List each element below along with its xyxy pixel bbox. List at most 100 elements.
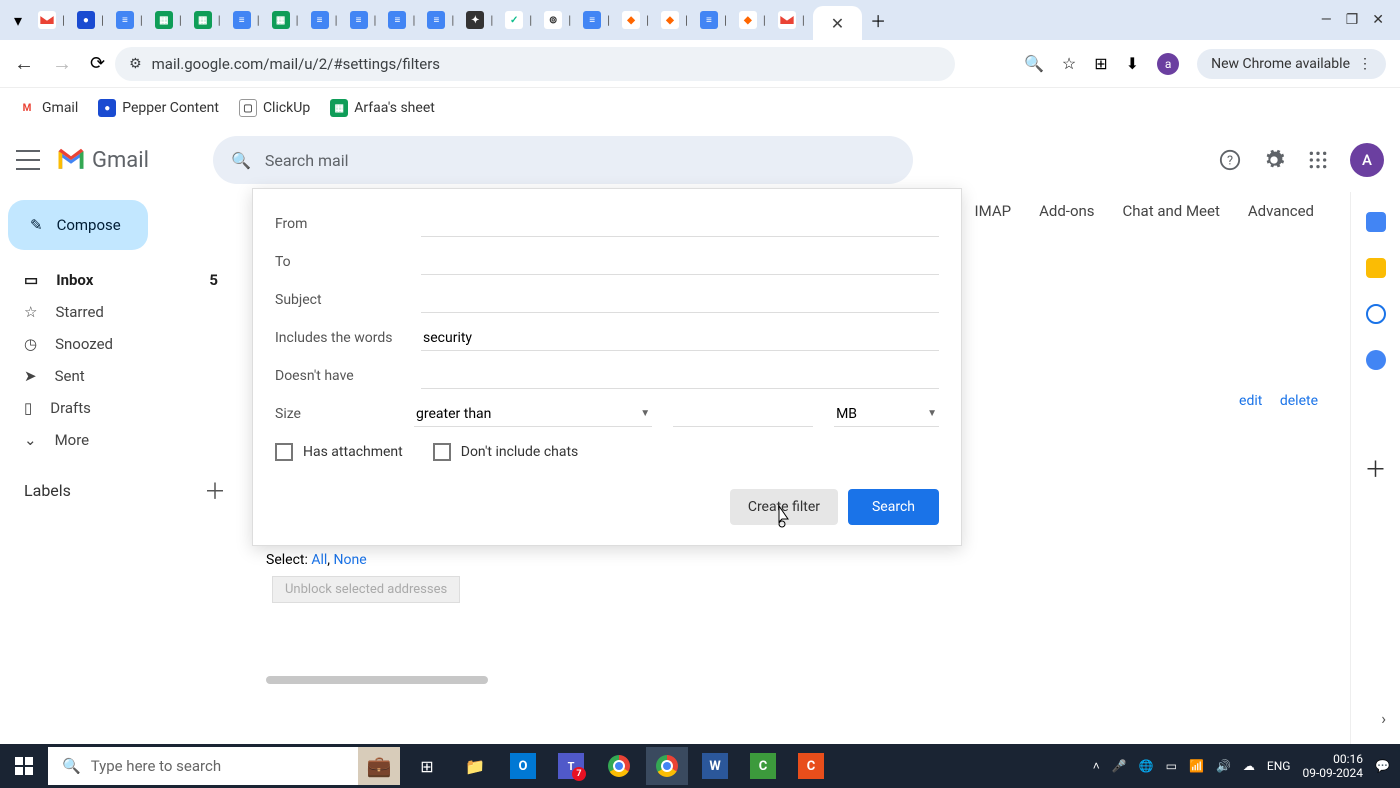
task-view-icon[interactable]: ⊞ bbox=[406, 747, 448, 785]
draft-icon: ▯ bbox=[24, 399, 32, 417]
task-chrome2-icon[interactable] bbox=[646, 747, 688, 785]
size-operator-select[interactable]: greater than▼ bbox=[414, 402, 652, 427]
back-icon[interactable]: ← bbox=[14, 51, 34, 76]
reload-icon[interactable]: ⟳ bbox=[90, 53, 105, 74]
inbox-icon: ▭ bbox=[24, 271, 38, 289]
task-briefcase-icon[interactable]: 💼 bbox=[358, 747, 400, 785]
new-chrome-button[interactable]: New Chrome available ⋮ bbox=[1197, 49, 1386, 79]
labels-heading: Labels bbox=[24, 481, 71, 500]
contacts-icon[interactable] bbox=[1366, 350, 1386, 370]
sidebar-item-snoozed[interactable]: ◷Snoozed bbox=[8, 328, 242, 360]
downloads-icon[interactable]: ⬇ bbox=[1126, 54, 1139, 73]
tab-advanced[interactable]: Advanced bbox=[1248, 202, 1314, 220]
tray-globe-icon[interactable]: 🌐 bbox=[1139, 759, 1154, 773]
size-unit-select[interactable]: MB▼ bbox=[834, 402, 939, 427]
help-icon[interactable]: ? bbox=[1218, 148, 1242, 172]
url-field[interactable]: ⚙ mail.google.com/mail/u/2/#settings/fil… bbox=[115, 47, 955, 81]
browser-tab-strip: ▾ | ●| ≡| ▦| ▦| ≡| ▦| ≡| ≡| ≡| ≡| ✦| ✓| … bbox=[0, 0, 1400, 40]
gmail-logo[interactable]: Gmail bbox=[56, 148, 149, 173]
menu-dots-icon: ⋮ bbox=[1358, 56, 1372, 72]
search-button[interactable]: Search bbox=[848, 489, 939, 525]
taskbar-search[interactable]: 🔍 Type here to search bbox=[48, 747, 358, 785]
chrome-profile-avatar[interactable]: a bbox=[1157, 53, 1179, 75]
bookmark-star-icon[interactable]: ☆ bbox=[1062, 54, 1076, 73]
close-icon[interactable]: ✕ bbox=[823, 14, 852, 33]
apps-grid-icon[interactable] bbox=[1306, 148, 1330, 172]
search-input[interactable]: 🔍 Search mail bbox=[213, 136, 913, 184]
filter-doesnt-input[interactable] bbox=[421, 364, 939, 389]
active-tab[interactable]: ✕ bbox=[813, 6, 862, 40]
tray-notifications-icon[interactable]: 💬 bbox=[1375, 759, 1390, 773]
calendar-icon[interactable] bbox=[1366, 212, 1386, 232]
task-chrome1-icon[interactable] bbox=[598, 747, 640, 785]
tab-chat[interactable]: Chat and Meet bbox=[1123, 202, 1220, 220]
sidebar-item-drafts[interactable]: ▯Drafts bbox=[8, 392, 242, 424]
zoom-icon[interactable]: 🔍 bbox=[1024, 54, 1044, 73]
account-avatar[interactable]: A bbox=[1350, 143, 1384, 177]
caret-icon: ▼ bbox=[640, 408, 650, 419]
dont-include-chats-checkbox[interactable] bbox=[433, 443, 451, 461]
forward-icon: → bbox=[52, 51, 72, 76]
sidebar-item-more[interactable]: ⌄More bbox=[8, 424, 242, 456]
filter-includes-input[interactable] bbox=[421, 326, 939, 351]
select-none-link[interactable]: None bbox=[334, 552, 367, 568]
keep-icon[interactable] bbox=[1366, 258, 1386, 278]
new-tab-button[interactable]: ＋ bbox=[866, 8, 890, 32]
tab-addons[interactable]: Add-ons bbox=[1039, 202, 1094, 220]
gmail-favicon bbox=[39, 12, 55, 28]
task-teams-icon[interactable]: T7 bbox=[550, 747, 592, 785]
svg-text:?: ? bbox=[1227, 154, 1233, 169]
task-camtasia2-icon[interactable]: C bbox=[790, 747, 832, 785]
size-value-input[interactable] bbox=[673, 402, 813, 427]
tray-chevron-icon[interactable]: ˄ bbox=[1093, 759, 1100, 773]
windows-taskbar: 🔍 Type here to search 💼 ⊞ 📁 O T7 W C C ˄… bbox=[0, 744, 1400, 788]
bookmark-gmail[interactable]: MGmail bbox=[18, 99, 78, 117]
add-label-icon[interactable]: ＋ bbox=[204, 474, 226, 506]
gmail-m-icon bbox=[56, 148, 86, 172]
horizontal-scrollbar[interactable] bbox=[266, 676, 488, 684]
tray-clock[interactable]: 00:16 09-09-2024 bbox=[1302, 752, 1363, 781]
site-info-icon[interactable]: ⚙ bbox=[129, 56, 142, 72]
filter-subject-input[interactable] bbox=[421, 288, 939, 313]
select-all-link[interactable]: All bbox=[311, 552, 327, 568]
expand-side-panel-icon[interactable]: › bbox=[1381, 709, 1386, 728]
minimize-icon[interactable]: — bbox=[1321, 12, 1332, 28]
task-outlook-icon[interactable]: O bbox=[502, 747, 544, 785]
sent-icon: ➤ bbox=[24, 367, 37, 385]
delete-link[interactable]: delete bbox=[1280, 393, 1318, 409]
sidebar-item-inbox[interactable]: ▭ Inbox 5 bbox=[8, 264, 242, 296]
filter-to-input[interactable] bbox=[421, 250, 939, 275]
search-icon: 🔍 bbox=[62, 757, 81, 775]
tasks-icon[interactable] bbox=[1366, 304, 1386, 324]
hamburger-icon[interactable] bbox=[16, 150, 40, 170]
tray-language[interactable]: ENG bbox=[1267, 759, 1291, 773]
start-button[interactable] bbox=[0, 757, 48, 775]
sidebar-item-starred[interactable]: ☆Starred bbox=[8, 296, 242, 328]
bookmark-arfaa[interactable]: ▦Arfaa's sheet bbox=[330, 99, 435, 117]
create-filter-button[interactable]: Create filter bbox=[730, 489, 838, 525]
task-camtasia-icon[interactable]: C bbox=[742, 747, 784, 785]
filter-from-input[interactable] bbox=[421, 212, 939, 237]
task-word-icon[interactable]: W bbox=[694, 747, 736, 785]
tray-onedrive-icon[interactable]: ☁ bbox=[1243, 759, 1255, 773]
tray-volume-icon[interactable]: 🔊 bbox=[1216, 759, 1231, 773]
tab-imap[interactable]: IMAP bbox=[975, 202, 1012, 220]
tab-dropdown-icon[interactable]: ▾ bbox=[6, 8, 30, 32]
task-explorer-icon[interactable]: 📁 bbox=[454, 747, 496, 785]
edit-link[interactable]: edit bbox=[1239, 393, 1262, 409]
bookmark-pepper[interactable]: ●Pepper Content bbox=[98, 99, 219, 117]
maximize-icon[interactable]: ❐ bbox=[1346, 12, 1359, 28]
tray-battery-icon[interactable]: ▭ bbox=[1166, 759, 1177, 773]
extensions-icon[interactable]: ⊞ bbox=[1094, 54, 1107, 73]
sidebar-item-sent[interactable]: ➤Sent bbox=[8, 360, 242, 392]
settings-gear-icon[interactable] bbox=[1262, 148, 1286, 172]
tray-wifi-icon[interactable]: 📶 bbox=[1189, 759, 1204, 773]
has-attachment-checkbox[interactable] bbox=[275, 443, 293, 461]
window-close-icon[interactable]: ✕ bbox=[1372, 12, 1384, 28]
side-panel: ＋ bbox=[1350, 192, 1400, 744]
add-addon-icon[interactable]: ＋ bbox=[1364, 452, 1386, 484]
compose-button[interactable]: ✎ Compose bbox=[8, 200, 148, 250]
tray-mic-icon[interactable]: 🎤 bbox=[1112, 759, 1127, 773]
caret-icon: ▼ bbox=[927, 408, 937, 419]
bookmark-clickup[interactable]: ▢ClickUp bbox=[239, 99, 310, 117]
